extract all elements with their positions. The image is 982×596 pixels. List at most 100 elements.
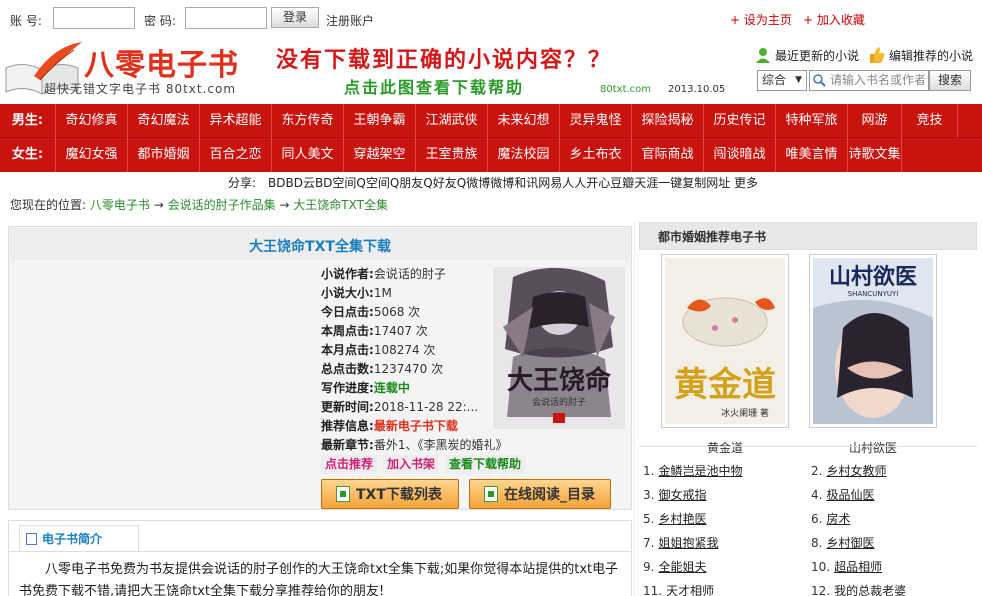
txt-download-button[interactable]: TXT下载列表 <box>321 479 459 509</box>
recommend-sidebar: 都市婚姻推荐电子书 黄金道 冰火阑珊 著 黄金道 山村欲医 SHANCUNYUY… <box>639 222 977 596</box>
list-item-title[interactable]: 极品仙医 <box>826 488 874 502</box>
latest-updated-link[interactable]: 最近更新的小说 <box>754 46 859 64</box>
txt-download-label: TXT下载列表 <box>356 487 442 503</box>
nav-item[interactable]: 特种军旅 <box>776 104 848 138</box>
list-item-title[interactable]: 金鳞岂是池中物 <box>658 464 742 478</box>
list-item[interactable]: 4. 极品仙医 <box>811 486 874 504</box>
read-online-label: 在线阅读_目录 <box>504 487 595 503</box>
nav-item[interactable]: 灵异鬼怪 <box>560 104 632 138</box>
list-item-title[interactable]: 乡村艳医 <box>658 512 706 526</box>
cover-author-text: 会说话的肘子 <box>532 396 586 408</box>
nav-item[interactable]: 魔法校园 <box>488 138 560 172</box>
book-cover-image[interactable]: 大王饶命 会说话的肘子 <box>493 267 625 429</box>
divider <box>639 446 977 447</box>
add-shelf-button[interactable]: 加入书架 <box>383 455 440 474</box>
nav-item[interactable]: 同人美文 <box>272 138 344 172</box>
nav-item[interactable]: 官际商战 <box>632 138 704 172</box>
nav-item[interactable]: 王朝争霸 <box>344 104 416 138</box>
share-links[interactable]: BDBD云BD空间Q空间Q朋友Q好友Q微博微博和讯网易人人开心豆瓣天涯一键复制网… <box>268 174 758 191</box>
nav-item[interactable]: 异术超能 <box>200 104 272 138</box>
help-banner-subline[interactable]: 点击此图查看下载帮助 <box>344 74 524 98</box>
list-item[interactable]: 9. 全能姐夫 <box>643 558 706 576</box>
nav-item[interactable]: 唯美言情 <box>776 138 848 172</box>
list-item-title[interactable]: 乡村御医 <box>826 536 874 550</box>
nav-item[interactable]: 百合之恋 <box>200 138 272 172</box>
register-link[interactable]: 注册账户 <box>326 12 374 29</box>
login-button[interactable]: 登录 <box>271 7 319 28</box>
breadcrumb-author[interactable]: 会说话的肘子作品集 <box>168 198 276 212</box>
list-item[interactable]: 5. 乡村艳医 <box>643 510 706 528</box>
nav-item[interactable]: 乡土布衣 <box>560 138 632 172</box>
list-item-number: 11. <box>643 584 663 596</box>
nav-item[interactable]: 诗歌文集 <box>848 138 902 172</box>
read-online-button[interactable]: 在线阅读_目录 <box>469 479 611 509</box>
sidebar-book-2-name[interactable]: 山村欲医 <box>809 439 937 456</box>
nav-item[interactable]: 未来幻想 <box>488 104 560 138</box>
list-item[interactable]: 1. 金鳞岂是池中物 <box>643 462 742 480</box>
category-nav: 男生: 奇幻修真 奇幻魔法 异术超能 东方传奇 王朝争霸 江湖武侠 未来幻想 灵异鬼怪 探险揭秘… <box>0 104 982 172</box>
breadcrumb-current[interactable]: 大王饶命TXT全集 <box>293 198 388 212</box>
editor-recommend-label: 编辑推荐的小说 <box>889 48 974 63</box>
thumbs-up-icon <box>870 47 885 63</box>
nav-item[interactable]: 都市婚姻 <box>128 138 200 172</box>
help-banner-headline[interactable]: 没有下载到正确的小说内容？？ <box>276 42 612 74</box>
list-item[interactable]: 10. 超品相师 <box>811 558 882 576</box>
sidebar-book-1-name[interactable]: 黄金道 <box>661 439 789 456</box>
latest-updated-label: 最近更新的小说 <box>775 48 860 63</box>
nav-item[interactable]: 魔幻女强 <box>56 138 128 172</box>
list-item[interactable]: 6. 房术 <box>811 510 850 528</box>
nav-item[interactable]: 闯谈暗战 <box>704 138 776 172</box>
list-item[interactable]: 7. 姐姐抱紧我 <box>643 534 718 552</box>
list-item-title[interactable]: 超品相师 <box>834 560 882 574</box>
book-info-value: 番外1、《李黑炭的婚礼》 <box>373 438 501 452</box>
list-item[interactable]: 12. 我的总裁老婆 <box>811 582 906 596</box>
list-item-title[interactable]: 房术 <box>826 512 850 526</box>
book-info-value[interactable]: 最新电子书下载 <box>374 419 458 433</box>
list-item-title[interactable]: 乡村女教师 <box>826 464 886 478</box>
set-homepage-link[interactable]: + 设为主页 <box>730 11 792 28</box>
cover-title-text: 大王饶命 <box>507 365 612 396</box>
search-button[interactable]: 搜索 <box>929 70 971 91</box>
download-help-button[interactable]: 查看下载帮助 <box>445 455 526 474</box>
add-favorite-link[interactable]: + 加入收藏 <box>803 11 865 28</box>
breadcrumb-home[interactable]: 八零电子书 <box>90 198 150 212</box>
nav-item[interactable]: 竞技 <box>902 104 958 138</box>
nav-item[interactable]: 江湖武侠 <box>416 104 488 138</box>
list-item-title[interactable]: 全能姐夫 <box>658 560 706 574</box>
book-cover-image[interactable]: 山村欲医 SHANCUNYUYI <box>809 254 937 428</box>
list-item[interactable]: 8. 乡村御医 <box>811 534 874 552</box>
nav-item[interactable]: 王室贵族 <box>416 138 488 172</box>
nav-item[interactable]: 探险揭秘 <box>632 104 704 138</box>
password-input[interactable] <box>185 7 267 29</box>
book-cover-image[interactable]: 黄金道 冰火阑珊 著 <box>661 254 789 428</box>
book-info-row: 本月点击:108274 次 <box>321 341 501 360</box>
list-item[interactable]: 3. 御女戒指 <box>643 486 706 504</box>
nav-row-female: 女生: 魔幻女强 都市婚姻 百合之恋 同人美文 穿越架空 王室贵族 魔法校园 乡土布衣 官际商战… <box>0 138 982 172</box>
nav-item[interactable]: 历史传记 <box>704 104 776 138</box>
logo-text[interactable]: 八零电子书 <box>84 40 239 84</box>
list-item-title[interactable]: 姐姐抱紧我 <box>658 536 718 550</box>
nav-item[interactable]: 奇幻修真 <box>56 104 128 138</box>
recommend-button[interactable]: 点击推荐 <box>321 455 378 474</box>
search-type-select[interactable]: 综合 ▼ <box>757 70 807 91</box>
book-info-key: 小说大小: <box>321 286 374 300</box>
list-item[interactable]: 11. 天才相师 <box>643 582 714 596</box>
search-input[interactable]: 请输入书名或作者 <box>809 70 929 91</box>
list-item-title[interactable]: 天才相师 <box>666 584 714 596</box>
intro-tab[interactable]: 电子书简介 <box>19 525 139 551</box>
editor-recommend-link[interactable]: 编辑推荐的小说 <box>868 46 973 64</box>
list-item-title[interactable]: 御女戒指 <box>658 488 706 502</box>
book-info-value: 5068 次 <box>373 305 421 319</box>
top-bar: 账 号: 密 码: 登录 注册账户 + 设为主页 + 加入收藏 <box>0 0 982 36</box>
sidebar-book-2[interactable]: 山村欲医 SHANCUNYUYI 山村欲医 <box>809 254 937 456</box>
nav-item[interactable]: 奇幻魔法 <box>128 104 200 138</box>
book-actions: 点击推荐 加入书架 查看下载帮助 <box>321 455 526 474</box>
list-item-title[interactable]: 我的总裁老婆 <box>834 584 906 596</box>
list-item-number: 9. <box>643 560 655 574</box>
list-item[interactable]: 2. 乡村女教师 <box>811 462 886 480</box>
nav-item[interactable]: 网游 <box>848 104 902 138</box>
nav-item[interactable]: 穿越架空 <box>344 138 416 172</box>
account-input[interactable] <box>53 7 135 29</box>
sidebar-book-1[interactable]: 黄金道 冰火阑珊 著 黄金道 <box>661 254 789 456</box>
nav-item[interactable]: 东方传奇 <box>272 104 344 138</box>
